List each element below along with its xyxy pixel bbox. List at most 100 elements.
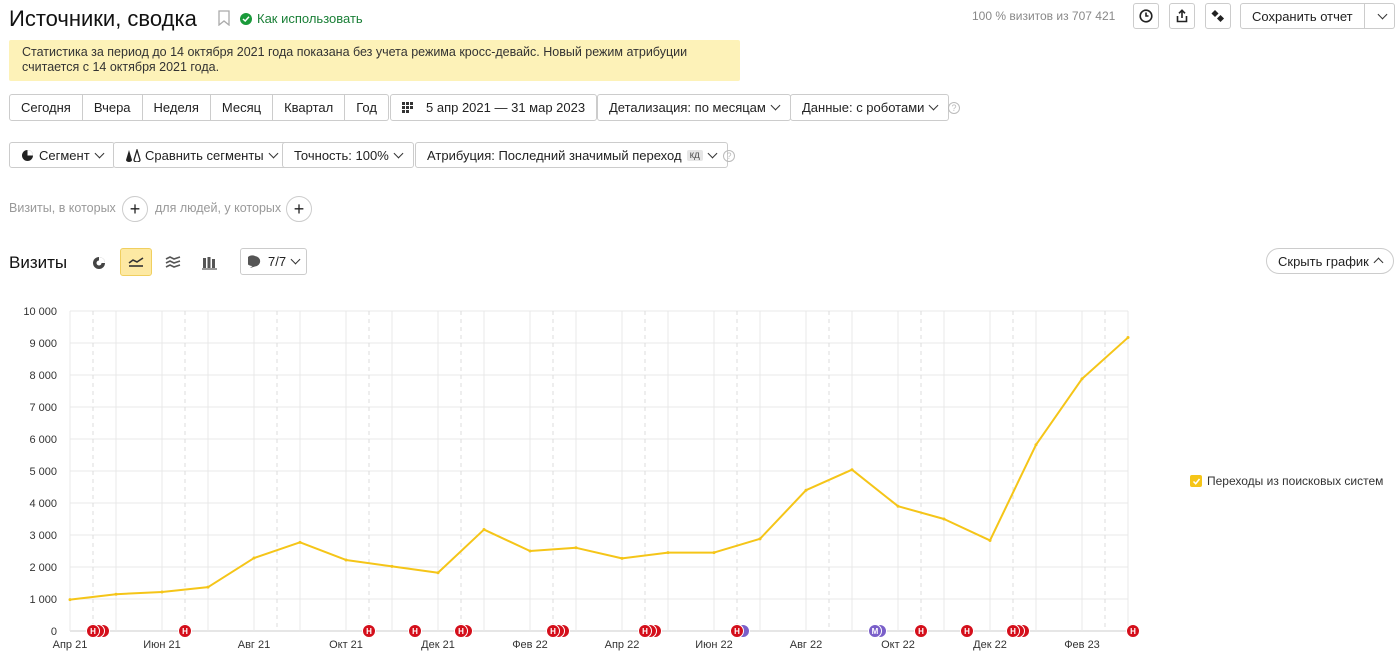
api-button[interactable] — [1205, 3, 1231, 29]
chevron-down-icon — [928, 100, 939, 111]
y-tick-label: 9 000 — [29, 338, 57, 350]
pie-view-button[interactable] — [83, 249, 115, 277]
visits-condition-label: Визиты, в которых — [9, 201, 116, 215]
note-marker-label: Н — [458, 627, 464, 636]
chevron-down-icon — [707, 148, 718, 158]
y-tick-label: 10 000 — [23, 306, 57, 318]
data-point — [114, 592, 118, 596]
data-point — [344, 558, 348, 562]
period-presets: Сегодня Вчера Неделя Месяц Квартал Год — [9, 94, 389, 121]
data-point — [206, 585, 210, 589]
data-point — [528, 549, 532, 553]
x-tick-label: Окт 22 — [881, 639, 915, 651]
period-today[interactable]: Сегодня — [9, 94, 83, 121]
bar-view-button[interactable] — [193, 249, 225, 277]
y-tick-label: 6 000 — [29, 434, 57, 446]
note-marker-label: Н — [918, 627, 924, 636]
note-marker-label: Н — [412, 627, 418, 636]
pie-chart-icon — [93, 257, 105, 269]
data-point — [390, 564, 394, 568]
period-quarter[interactable]: Квартал — [273, 94, 346, 121]
note-marker-label: Н — [182, 627, 188, 636]
help-icon[interactable]: ? — [948, 102, 960, 114]
data-point — [160, 590, 164, 594]
period-month[interactable]: Месяц — [210, 94, 274, 121]
plus-icon: + — [293, 198, 305, 219]
check-icon — [1192, 478, 1200, 485]
hide-chart-button[interactable]: Скрыть график — [1266, 248, 1394, 274]
x-tick-label: Авг 21 — [238, 639, 270, 651]
chevron-down-icon — [290, 254, 301, 265]
x-tick-label: Июн 21 — [143, 639, 181, 651]
line-view-button[interactable] — [120, 248, 152, 276]
cross-device-badge: кд — [686, 149, 703, 161]
chevron-down-icon — [393, 148, 404, 158]
y-tick-label: 7 000 — [29, 402, 57, 414]
detail-label: Детализация: по месяцам — [609, 100, 766, 115]
attribution-dropdown[interactable]: Атрибуция: Последний значимый переход кд — [415, 142, 728, 168]
x-tick-label: Авг 22 — [790, 639, 822, 651]
data-point — [574, 546, 578, 550]
x-tick-label: Дек 21 — [421, 639, 455, 651]
period-week[interactable]: Неделя — [142, 94, 211, 121]
data-dropdown[interactable]: Данные: с роботами — [790, 94, 950, 121]
check-icon — [240, 12, 252, 25]
segment-label: Сегмент — [39, 147, 90, 163]
section-title: Визиты — [9, 253, 68, 272]
save-report-dropdown[interactable] — [1364, 3, 1395, 29]
save-report-button[interactable]: Сохранить отчет — [1240, 3, 1365, 29]
data-point — [1034, 443, 1038, 447]
bookmark-icon[interactable] — [218, 10, 230, 26]
accuracy-dropdown[interactable]: Точность: 100% — [282, 142, 414, 168]
compare-segments-dropdown[interactable]: Сравнить сегменты — [113, 142, 289, 168]
y-tick-label: 1 000 — [29, 594, 57, 606]
x-tick-label: Дек 22 — [973, 639, 1007, 651]
data-point — [68, 598, 72, 602]
legend-checkbox[interactable] — [1190, 475, 1202, 487]
chevron-down-icon — [94, 148, 105, 158]
data-point — [1080, 377, 1084, 381]
accuracy-label: Точность: 100% — [294, 147, 389, 163]
date-range-button[interactable]: 5 апр 2021 — 31 мар 2023 — [390, 94, 598, 121]
how-to-use-link[interactable]: Как использовать — [240, 11, 363, 26]
x-tick-label: Июн 22 — [695, 639, 733, 651]
note-marker-label: Н — [964, 627, 970, 636]
attribution-notice: Статистика за период до 14 октября 2021 … — [9, 40, 740, 81]
add-visit-condition-button[interactable]: + — [122, 196, 148, 222]
segment-dropdown[interactable]: Сегмент — [9, 142, 115, 168]
comment-icon — [248, 254, 261, 268]
history-button[interactable] — [1133, 3, 1159, 29]
y-tick-label: 2 000 — [29, 562, 57, 574]
y-tick-label: 3 000 — [29, 530, 57, 542]
detail-dropdown[interactable]: Детализация: по месяцам — [597, 94, 791, 121]
data-point — [252, 556, 256, 560]
data-point — [896, 504, 900, 508]
series-line — [69, 336, 1129, 601]
period-year[interactable]: Год — [345, 94, 389, 121]
line-chart-icon — [128, 257, 144, 267]
x-tick-label: Фев 23 — [1064, 639, 1100, 651]
data-point — [666, 551, 670, 555]
data-point — [942, 517, 946, 521]
y-tick-label: 0 — [51, 626, 57, 638]
pie-icon — [22, 149, 33, 161]
data-point — [298, 540, 302, 544]
note-marker-label: Н — [366, 627, 372, 636]
help-icon[interactable]: ? — [723, 150, 735, 162]
period-yesterday[interactable]: Вчера — [82, 94, 143, 121]
chevron-down-icon — [1377, 9, 1388, 19]
attribution-label: Атрибуция: Последний значимый переход — [427, 147, 682, 163]
clock-icon — [1139, 9, 1153, 23]
chevron-down-icon — [770, 100, 781, 111]
puzzle-icon — [1211, 9, 1225, 23]
notes-dropdown[interactable]: 7/7 — [240, 248, 308, 275]
y-tick-label: 5 000 — [29, 466, 57, 478]
date-range-label: 5 апр 2021 — 31 мар 2023 — [426, 100, 586, 115]
notice-line-1: Статистика за период до 14 октября 2021 … — [22, 45, 688, 59]
how-to-use-label: Как использовать — [257, 11, 363, 26]
chart-legend[interactable]: Переходы из поисковых систем — [1190, 474, 1383, 488]
area-view-button[interactable] — [157, 249, 189, 277]
add-people-condition-button[interactable]: + — [286, 196, 312, 222]
data-point — [620, 556, 624, 560]
export-button[interactable] — [1169, 3, 1195, 29]
